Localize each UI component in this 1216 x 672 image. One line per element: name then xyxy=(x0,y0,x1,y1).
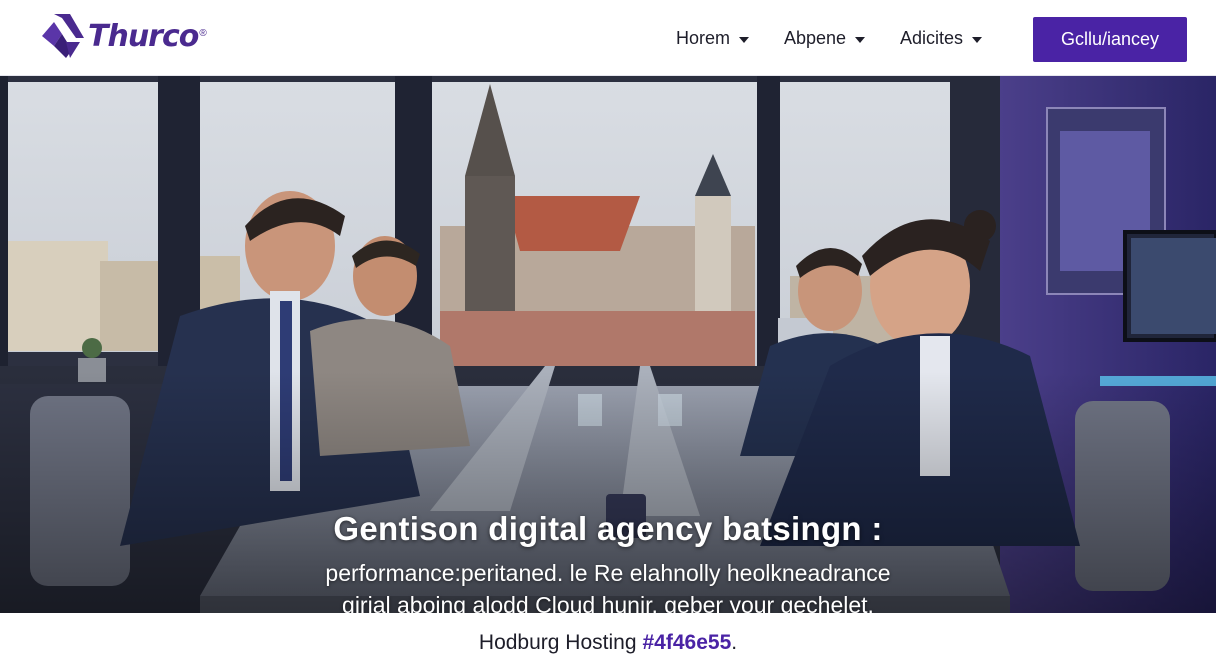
nav-item-label: Adicites xyxy=(900,28,964,48)
hosting-accent-text: #4f46e55 xyxy=(642,630,732,654)
hosting-suffix: . xyxy=(731,630,738,654)
hosting-text: Hodburg Hosting xyxy=(478,630,637,654)
nav-item-label: Horem xyxy=(676,28,731,48)
hero-subtitle-line1: performance:peritaned. le Re elahnolly h… xyxy=(325,560,891,586)
chevron-down-icon xyxy=(739,36,750,43)
hosting-strip: Hodburg Hosting #4f46e55 . xyxy=(0,613,1216,672)
brand-name: Thurco xyxy=(88,18,199,54)
hero-subtitle-line2: girial aboing alodd Cloud hunir, geber y… xyxy=(342,592,874,613)
nav-item-label: Abpene xyxy=(784,28,847,48)
hero-title: Gentison digital agency batsingn : xyxy=(333,510,883,547)
thurco-logo-mark-icon xyxy=(42,14,84,58)
chevron-down-icon xyxy=(855,36,866,43)
hero-banner: Gentison digital agency batsingn : perfo… xyxy=(0,76,1216,613)
cta-button[interactable]: Gcllu/iancey xyxy=(1033,17,1187,62)
brand-logo[interactable]: Thurco ® xyxy=(40,12,207,60)
registered-mark: ® xyxy=(199,27,207,39)
nav-item-adicites[interactable]: Adicites xyxy=(900,28,983,49)
site-header: Thurco ® Horem Abpene Adicites Gcllu/ian… xyxy=(0,0,1216,76)
nav-item-horem[interactable]: Horem xyxy=(676,28,750,49)
nav-item-abpene[interactable]: Abpene xyxy=(784,28,866,49)
chevron-down-icon xyxy=(972,36,983,43)
